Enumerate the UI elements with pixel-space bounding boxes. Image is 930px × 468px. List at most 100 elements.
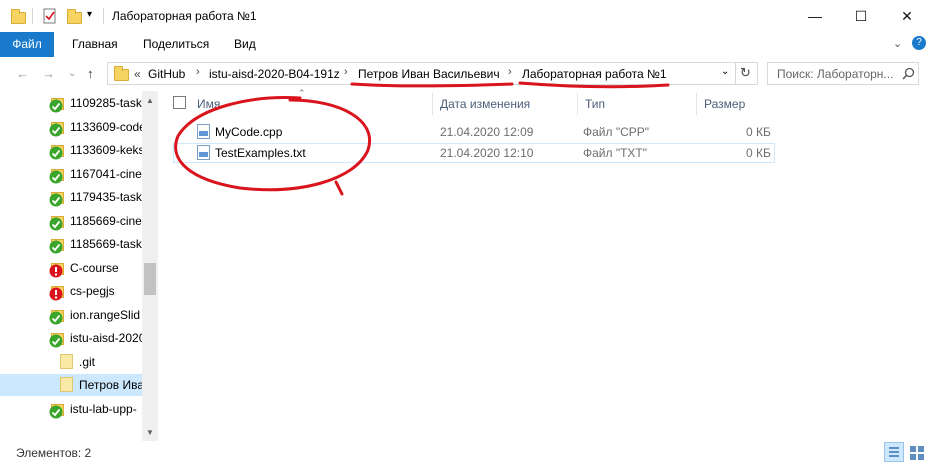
sidebar-item[interactable]: istu-lab-upp- <box>0 398 142 420</box>
sidebar-item-label: 1167041-cine <box>70 166 142 181</box>
large-icons-view-button[interactable] <box>906 442 926 462</box>
sidebar-item-label: cs-pegjs <box>70 284 115 298</box>
sidebar-scroll-thumb[interactable] <box>144 263 156 295</box>
address-dropdown-icon[interactable]: ⌄ <box>721 66 729 77</box>
sidebar-item[interactable]: ion.rangeSlid <box>0 304 142 326</box>
divider <box>735 63 736 84</box>
sidebar-item[interactable]: Петров Ива <box>0 374 142 396</box>
tab-share[interactable]: Поделиться <box>133 32 219 57</box>
git-synced-icon <box>49 123 63 136</box>
column-header-type[interactable]: Тип <box>585 97 605 111</box>
folder-icon <box>60 353 73 369</box>
sidebar-item[interactable]: 1179435-taskn <box>0 186 142 208</box>
breadcrumb-separator[interactable]: › <box>508 66 512 78</box>
file-name[interactable]: MyCode.cpp <box>215 125 282 139</box>
address-overflow[interactable]: « <box>134 67 141 81</box>
sidebar-item-label: 1133609-code <box>70 119 142 134</box>
address-bar[interactable]: « GitHub › istu-aisd-2020-B04-191z › Пет… <box>107 62 758 85</box>
sidebar-item[interactable]: istu-aisd-2020 <box>0 327 142 349</box>
git-synced-icon <box>49 217 63 230</box>
sort-ascending-icon: ⌃ <box>298 88 306 98</box>
sidebar-item[interactable]: 1133609-keks <box>0 139 142 161</box>
file-size: 0 КБ <box>746 146 771 160</box>
tab-view[interactable]: Вид <box>224 32 266 57</box>
scroll-down-icon[interactable]: ▼ <box>146 428 154 437</box>
recent-locations-button[interactable]: ⌄ <box>68 68 76 79</box>
search-box[interactable]: Поиск: Лабораторн... <box>767 62 919 85</box>
file-type: Файл "TXT" <box>583 146 648 160</box>
scroll-up-icon[interactable]: ▲ <box>146 96 154 105</box>
git-synced-icon <box>49 99 63 113</box>
search-input[interactable]: Поиск: Лабораторн... <box>777 67 902 81</box>
help-icon[interactable]: ? <box>912 36 926 50</box>
git-synced-icon <box>49 170 63 183</box>
minimize-button[interactable]: — <box>792 0 838 32</box>
breadcrumb-github[interactable]: GitHub <box>148 67 185 81</box>
breadcrumb-separator[interactable]: › <box>196 66 200 78</box>
column-header-name[interactable]: Имя <box>197 97 220 111</box>
column-divider[interactable] <box>577 93 578 115</box>
file-row[interactable]: MyCode.cpp 21.04.2020 12:09 Файл "CPP" 0… <box>173 122 775 142</box>
sidebar-item-label: istu-lab-upp- <box>70 401 137 416</box>
git-error-icon <box>49 264 63 277</box>
sidebar-item-label: 1109285-taskn <box>70 96 142 110</box>
sidebar-item[interactable]: .git <box>0 351 142 373</box>
sidebar-item-label: Петров Ива <box>79 378 142 392</box>
txt-file-icon <box>197 145 210 160</box>
git-synced-icon <box>49 311 63 324</box>
breadcrumb-repo[interactable]: istu-aisd-2020-B04-191z <box>209 67 340 81</box>
column-divider[interactable] <box>432 93 433 115</box>
git-synced-icon <box>49 240 63 254</box>
sidebar-item[interactable]: 1185669-cine <box>0 210 142 232</box>
new-folder-icon[interactable] <box>66 8 82 24</box>
expand-ribbon-icon[interactable]: ⌄ <box>893 37 902 50</box>
sidebar-item-label: ion.rangeSlid <box>70 307 141 322</box>
git-synced-icon <box>49 405 63 418</box>
git-synced-icon <box>49 146 63 160</box>
file-row-selected[interactable]: TestExamples.txt 21.04.2020 12:10 Файл "… <box>173 143 775 163</box>
sidebar-item-label: C-course <box>70 260 119 275</box>
sidebar-item[interactable]: 1109285-taskn <box>0 92 142 114</box>
cpp-file-icon <box>197 124 210 139</box>
properties-icon[interactable] <box>42 8 58 24</box>
details-view-button[interactable] <box>884 442 904 462</box>
sidebar-item[interactable]: 1167041-cine <box>0 163 142 185</box>
title-bar: ▾ Лабораторная работа №1 — ☐ ✕ <box>0 0 930 32</box>
sidebar-item[interactable]: cs-pegjs <box>0 280 142 302</box>
sidebar-item-label: .git <box>79 354 96 369</box>
window-title: Лабораторная работа №1 <box>112 9 257 23</box>
git-synced-icon <box>49 193 63 207</box>
sidebar-item-label: 1133609-keks <box>70 143 142 157</box>
divider <box>103 8 104 24</box>
item-count: Элементов: 2 <box>16 446 92 460</box>
refresh-icon[interactable]: ↻ <box>740 65 751 81</box>
sidebar-item[interactable]: C-course <box>0 257 142 279</box>
up-button[interactable]: ↑ <box>87 66 94 81</box>
search-icon[interactable] <box>902 67 915 83</box>
sidebar-item-label: 1185669-taskn <box>70 237 142 251</box>
sidebar-item-label: istu-aisd-2020 <box>70 331 142 345</box>
breadcrumb-separator[interactable]: › <box>344 66 348 78</box>
sidebar-item[interactable]: 1185669-taskn <box>0 233 142 255</box>
close-button[interactable]: ✕ <box>884 0 930 32</box>
file-list: Имя ⌃ Дата изменения Тип Размер MyCode.c… <box>162 88 930 441</box>
column-header-size[interactable]: Размер <box>704 97 745 111</box>
customize-quick-access-icon[interactable]: ▾ <box>87 9 92 20</box>
sidebar-item[interactable]: 1133609-code <box>0 116 142 138</box>
breadcrumb-lab[interactable]: Лабораторная работа №1 <box>522 67 667 81</box>
file-modified: 21.04.2020 12:10 <box>440 146 534 160</box>
tab-home[interactable]: Главная <box>62 32 128 57</box>
divider <box>32 8 33 24</box>
tab-file[interactable]: Файл <box>0 32 54 57</box>
column-divider[interactable] <box>696 93 697 115</box>
select-all-checkbox[interactable] <box>173 96 186 109</box>
column-header-modified[interactable]: Дата изменения <box>440 97 530 111</box>
git-error-icon <box>49 287 63 301</box>
forward-button[interactable]: → <box>42 66 55 81</box>
sidebar-item-label: 1185669-cine <box>70 213 142 228</box>
breadcrumb-student[interactable]: Петров Иван Васильевич <box>358 67 500 81</box>
maximize-button[interactable]: ☐ <box>838 0 884 32</box>
file-name[interactable]: TestExamples.txt <box>215 146 306 160</box>
back-button[interactable]: ← <box>16 66 29 81</box>
folder-icon <box>10 8 26 24</box>
